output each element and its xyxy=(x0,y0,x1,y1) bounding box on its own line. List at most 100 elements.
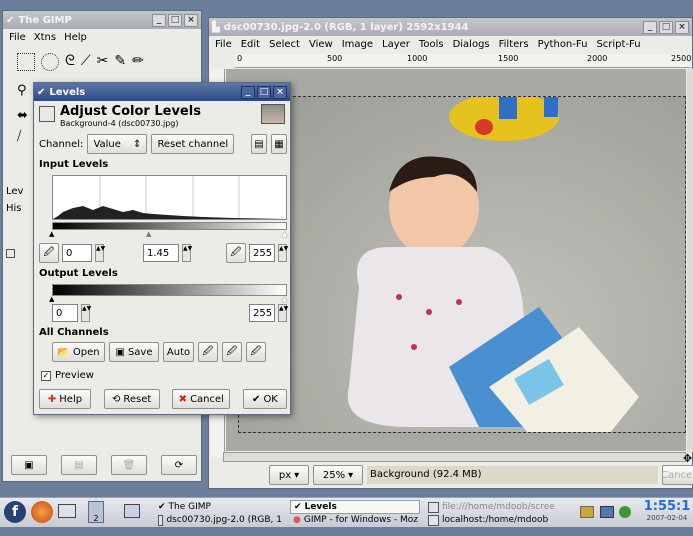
refresh-icon[interactable]: ⟳ xyxy=(161,455,197,475)
linear-histogram-icon[interactable]: ▤ xyxy=(251,134,267,154)
menu-edit[interactable]: Edit xyxy=(241,39,260,50)
output-slider-white[interactable]: ▲ xyxy=(282,295,287,303)
menu-view[interactable]: View xyxy=(309,39,333,50)
minimize-icon[interactable]: _ xyxy=(152,13,166,27)
zoom-icon[interactable]: ⚲ xyxy=(17,83,27,98)
toolbox-title: The GIMP xyxy=(18,14,72,26)
menu-filters[interactable]: Filters xyxy=(499,39,529,50)
menu-dialogs[interactable]: Dialogs xyxy=(453,39,490,50)
toolbox-bottom-bar: ▣ ▤ 🗑 ⟳ xyxy=(11,455,197,475)
bezier-icon[interactable]: ✎ xyxy=(114,53,126,75)
move-icon[interactable]: ⬌ xyxy=(17,108,28,123)
white-picker-icon[interactable]: 🖉 xyxy=(226,243,246,263)
firefox-icon[interactable] xyxy=(31,501,53,523)
black-picker-icon[interactable]: 🖉 xyxy=(39,243,59,263)
lasso-icon[interactable]: ᘓ xyxy=(65,53,75,75)
ellipse-select-icon[interactable] xyxy=(41,53,59,71)
levels-icon xyxy=(39,106,55,122)
tray-network-icon[interactable] xyxy=(600,506,614,518)
save-button[interactable]: ▣ Save xyxy=(109,342,159,362)
image-titlebar[interactable]: ▙ dsc00730.jpg-2.0 (RGB, 1 layer) 2592x1… xyxy=(209,18,692,36)
zoom-select[interactable]: 25% ▾ xyxy=(313,465,363,485)
image-canvas[interactable] xyxy=(238,96,686,433)
menu-select[interactable]: Select xyxy=(269,39,300,50)
toolbox-titlebar[interactable]: ✔ The GIMP _ □ × xyxy=(3,11,201,29)
task-terminal[interactable]: localhost:/home/mdoob xyxy=(425,513,565,527)
preview-checkbox[interactable]: ✓ xyxy=(41,370,51,381)
output-high-field[interactable]: 255 xyxy=(249,304,275,322)
checkbox-icon[interactable] xyxy=(6,249,15,258)
fedora-icon[interactable]: f xyxy=(4,501,26,523)
menu-file[interactable]: File xyxy=(215,39,232,50)
maximize-icon[interactable]: □ xyxy=(257,85,271,99)
save-label: Save xyxy=(127,346,153,358)
output-slider-black[interactable]: ▲ xyxy=(49,295,54,303)
tray-update-icon[interactable] xyxy=(619,506,631,518)
channel-value: Value xyxy=(93,138,121,150)
pencil-icon[interactable]: ✏ xyxy=(132,53,144,75)
menu-xtns[interactable]: Xtns xyxy=(34,32,56,43)
menu-script-fu[interactable]: Script-Fu xyxy=(596,39,640,50)
input-high-field[interactable]: 255 xyxy=(249,244,275,262)
gray-point-picker-icon[interactable]: 🖉 xyxy=(222,342,242,362)
black-point-picker-icon[interactable]: 🖉 xyxy=(198,342,218,362)
task-file-browser[interactable]: file:///home/mdoob/scree xyxy=(425,500,565,514)
reset-button[interactable]: ⟲ Reset xyxy=(103,389,160,409)
preview-row: ✓ Preview xyxy=(41,370,94,381)
task-image-window[interactable]: dsc00730.jpg-2.0 (RGB, 1 xyxy=(155,513,285,527)
white-point-picker-icon[interactable]: 🖉 xyxy=(246,342,266,362)
ok-button[interactable]: ✔ OK xyxy=(242,389,287,409)
channel-select[interactable]: Value ⇕ xyxy=(87,134,148,154)
spinner-icon[interactable]: ▲▼ xyxy=(278,304,288,322)
minimize-icon[interactable]: _ xyxy=(643,20,657,34)
clock[interactable]: 1:55:1 2007-02-04 xyxy=(643,499,691,526)
trash-icon[interactable]: 🗑 xyxy=(111,455,147,475)
tray-folder-icon[interactable] xyxy=(580,506,594,518)
cancel-button[interactable]: ✖ Cancel xyxy=(172,389,231,409)
workspace-switcher[interactable]: 2 xyxy=(88,501,104,523)
scissors-icon[interactable]: ✂ xyxy=(97,53,109,75)
input-slider-black[interactable]: ▲ xyxy=(49,230,54,238)
menu-file[interactable]: File xyxy=(9,32,26,43)
help-button[interactable]: ✚ Help xyxy=(39,389,91,409)
maximize-icon[interactable]: □ xyxy=(659,20,673,34)
mail-icon[interactable] xyxy=(58,504,76,518)
spinner-icon[interactable]: ▲▼ xyxy=(81,304,91,322)
show-desktop-icon[interactable] xyxy=(124,504,140,518)
canvas-hscrollbar[interactable] xyxy=(223,452,686,462)
spinner-icon[interactable]: ▲▼ xyxy=(278,244,288,262)
input-slider-white[interactable]: ▲ xyxy=(282,230,287,238)
maximize-icon[interactable]: □ xyxy=(168,13,182,27)
open-button[interactable]: 📂 Open xyxy=(52,342,105,362)
menu-tools[interactable]: Tools xyxy=(419,39,444,50)
menu-image[interactable]: Image xyxy=(342,39,373,50)
wand-icon[interactable]: ⟋ xyxy=(81,53,91,75)
levels-titlebar[interactable]: ✔ Levels _ □ × xyxy=(34,83,290,101)
close-icon[interactable]: × xyxy=(273,85,287,99)
duplicate-icon[interactable]: ▤ xyxy=(61,455,97,475)
unit-select[interactable]: px ▾ xyxy=(269,465,309,485)
close-icon[interactable]: × xyxy=(675,20,689,34)
menu-layer[interactable]: Layer xyxy=(382,39,410,50)
log-histogram-icon[interactable]: ▦ xyxy=(271,134,287,154)
cancel-button[interactable]: Cancel xyxy=(661,465,693,485)
output-low-field[interactable]: 0 xyxy=(52,304,78,322)
auto-button[interactable]: Auto xyxy=(163,342,194,362)
task-firefox[interactable]: ● GIMP - for Windows - Moz xyxy=(290,513,420,527)
reset-channel-button[interactable]: Reset channel xyxy=(151,134,235,154)
input-low-field[interactable]: 0 xyxy=(62,244,92,262)
task-levels[interactable]: ✔ Levels xyxy=(290,500,420,514)
task-the-gimp[interactable]: ✔ The GIMP xyxy=(155,500,285,514)
menu-help[interactable]: Help xyxy=(64,32,87,43)
minimize-icon[interactable]: _ xyxy=(241,85,255,99)
gamma-field[interactable]: 1.45 xyxy=(143,244,179,262)
spinner-icon[interactable]: ▲▼ xyxy=(182,244,192,262)
spinner-icon[interactable]: ▲▼ xyxy=(95,244,105,262)
menu-python-fu[interactable]: Python-Fu xyxy=(538,39,588,50)
rect-select-icon[interactable] xyxy=(17,53,35,71)
canvas-vscrollbar[interactable] xyxy=(687,69,693,452)
input-slider-gamma[interactable]: ▲ xyxy=(146,230,151,238)
save-doc-icon[interactable]: ▣ xyxy=(11,455,47,475)
fill-icon[interactable]: ⧸ xyxy=(17,129,21,144)
close-icon[interactable]: × xyxy=(184,13,198,27)
